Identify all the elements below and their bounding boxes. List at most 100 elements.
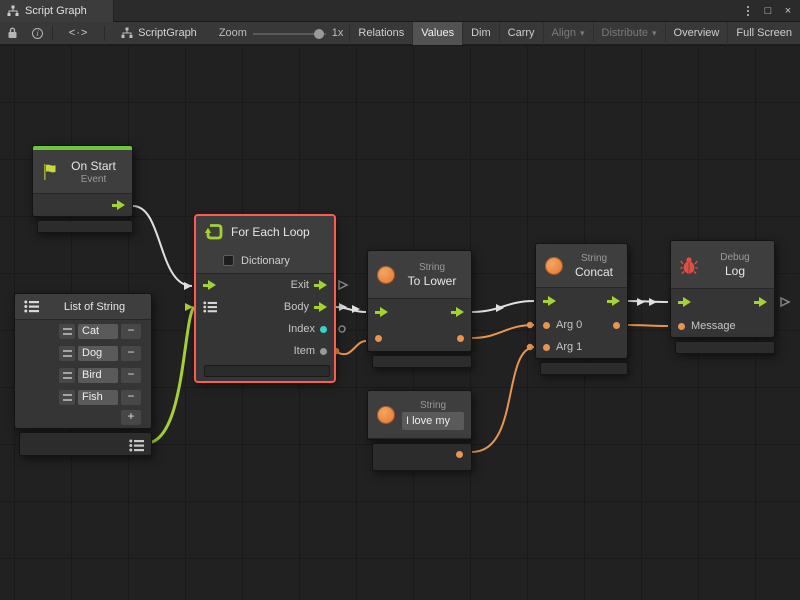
arg1-input-port[interactable] bbox=[543, 344, 550, 351]
drag-handle[interactable] bbox=[59, 346, 75, 361]
dictionary-checkbox[interactable] bbox=[223, 255, 234, 266]
node-title: For Each Loop bbox=[231, 225, 310, 239]
remove-item-button[interactable]: − bbox=[121, 390, 141, 405]
log-flow-out-port[interactable] bbox=[781, 298, 789, 306]
port-label: Message bbox=[691, 320, 736, 332]
list-item-input[interactable] bbox=[78, 390, 118, 405]
button-label: Full Screen bbox=[736, 27, 792, 39]
list-icon bbox=[24, 300, 40, 313]
list-item-input[interactable] bbox=[78, 346, 118, 361]
full-screen-button[interactable]: Full Screen bbox=[727, 22, 800, 45]
lock-button[interactable] bbox=[0, 22, 25, 45]
flag-icon bbox=[42, 163, 57, 181]
item-output-port[interactable] bbox=[320, 348, 327, 355]
wire-arrowhead bbox=[649, 298, 657, 306]
flow-input-port[interactable] bbox=[678, 297, 691, 307]
string-output-port[interactable] bbox=[456, 451, 463, 458]
maximize-icon[interactable]: □ bbox=[760, 2, 776, 20]
wire-concat-to-message[interactable] bbox=[628, 325, 668, 326]
arg1-wire-dot[interactable] bbox=[527, 344, 533, 350]
node-footer bbox=[540, 362, 628, 375]
window-menu-icon[interactable] bbox=[740, 2, 756, 20]
arg0-input-port[interactable] bbox=[543, 322, 550, 329]
node-string-literal[interactable]: String bbox=[367, 390, 472, 471]
wire-literal-to-arg1[interactable] bbox=[472, 347, 534, 452]
result-output-port[interactable] bbox=[613, 322, 620, 329]
node-footer bbox=[19, 432, 152, 456]
string-output-port[interactable] bbox=[457, 335, 464, 342]
exit-output-port[interactable] bbox=[314, 280, 327, 290]
wire-tolower-to-arg0[interactable] bbox=[472, 325, 534, 338]
flow-input-port[interactable] bbox=[375, 307, 388, 317]
wire-list-to-foreach[interactable] bbox=[147, 307, 194, 443]
drag-handle[interactable] bbox=[59, 390, 75, 405]
node-title: List of String bbox=[64, 301, 125, 313]
node-list-of-string[interactable]: List of String − − − − + bbox=[14, 293, 152, 456]
flow-output-port[interactable] bbox=[754, 297, 767, 307]
remove-item-button[interactable]: − bbox=[121, 324, 141, 339]
graph-canvas[interactable]: On Start Event List of String − bbox=[0, 45, 800, 600]
list-item-input[interactable] bbox=[78, 368, 118, 383]
tab-script-graph[interactable]: Script Graph bbox=[0, 0, 114, 22]
add-item-button[interactable]: + bbox=[121, 410, 141, 425]
node-subtitle: Event bbox=[81, 174, 107, 185]
node-footer bbox=[372, 443, 472, 471]
drag-handle[interactable] bbox=[59, 324, 75, 339]
node-type-label: String bbox=[419, 262, 445, 273]
remove-item-button[interactable]: − bbox=[121, 368, 141, 383]
string-type-icon bbox=[545, 257, 563, 275]
code-view-button[interactable]: <·> bbox=[55, 22, 103, 45]
arg0-wire-dot[interactable] bbox=[527, 322, 533, 328]
wire-onstart-to-foreach[interactable] bbox=[133, 206, 192, 286]
remove-item-button[interactable]: − bbox=[121, 346, 141, 361]
checkbox-label: Dictionary bbox=[241, 255, 290, 267]
body-output-port[interactable] bbox=[314, 302, 327, 312]
flow-output-port[interactable] bbox=[607, 296, 620, 306]
node-string-concat[interactable]: String Concat Arg 0 Arg 1 bbox=[535, 243, 628, 375]
node-footer bbox=[372, 355, 472, 368]
zoom-label: Zoom bbox=[219, 27, 247, 39]
button-label: Overview bbox=[674, 27, 720, 39]
dim-toggle[interactable]: Dim bbox=[462, 22, 499, 45]
exit-unconnected-port[interactable] bbox=[339, 281, 347, 289]
port-label: Body bbox=[284, 301, 309, 313]
overview-button[interactable]: Overview bbox=[665, 22, 728, 45]
list-item-row: − bbox=[15, 386, 151, 408]
string-input-port[interactable] bbox=[375, 335, 382, 342]
graph-breadcrumb[interactable]: ScriptGraph bbox=[107, 27, 207, 39]
list-input-port-icon[interactable] bbox=[203, 301, 218, 313]
wire-item-to-tolower[interactable] bbox=[335, 341, 366, 354]
node-string-to-lower[interactable]: String To Lower bbox=[367, 250, 472, 368]
values-toggle[interactable]: Values bbox=[412, 22, 462, 45]
wire-concat-to-log[interactable] bbox=[628, 301, 668, 302]
close-icon[interactable]: × bbox=[780, 2, 796, 20]
zoom-slider[interactable] bbox=[253, 22, 326, 45]
node-for-each-loop[interactable]: For Each Loop Dictionary Exit Body Index bbox=[195, 215, 335, 382]
string-value-input[interactable] bbox=[402, 412, 464, 430]
index-output-port[interactable] bbox=[320, 326, 327, 333]
flow-output-port[interactable] bbox=[451, 307, 464, 317]
node-debug-log[interactable]: Debug Log Message bbox=[670, 240, 775, 354]
carry-toggle[interactable]: Carry bbox=[499, 22, 543, 45]
flow-input-port[interactable] bbox=[543, 296, 556, 306]
message-input-port[interactable] bbox=[678, 323, 685, 330]
inspect-button[interactable]: i bbox=[25, 22, 50, 45]
relations-toggle[interactable]: Relations bbox=[349, 22, 412, 45]
distribute-dropdown: Distribute▾ bbox=[593, 22, 665, 45]
button-label: Relations bbox=[358, 27, 404, 39]
lock-icon bbox=[7, 27, 18, 39]
flow-output-port[interactable] bbox=[112, 200, 125, 210]
node-title: Log bbox=[725, 264, 745, 278]
button-label: Align bbox=[552, 27, 576, 39]
wire-arrowhead bbox=[184, 282, 192, 290]
node-on-start[interactable]: On Start Event bbox=[32, 145, 133, 233]
list-item-input[interactable] bbox=[78, 324, 118, 339]
drag-handle[interactable] bbox=[59, 368, 75, 383]
flow-input-port[interactable] bbox=[203, 280, 216, 290]
zoom-slider-handle[interactable] bbox=[314, 29, 324, 39]
wire-tolower-to-concat[interactable] bbox=[472, 301, 534, 312]
list-output-port-icon[interactable] bbox=[129, 439, 145, 452]
port-label: Item bbox=[294, 345, 315, 357]
bug-icon bbox=[680, 256, 698, 274]
index-unconnected-port[interactable] bbox=[339, 326, 345, 332]
